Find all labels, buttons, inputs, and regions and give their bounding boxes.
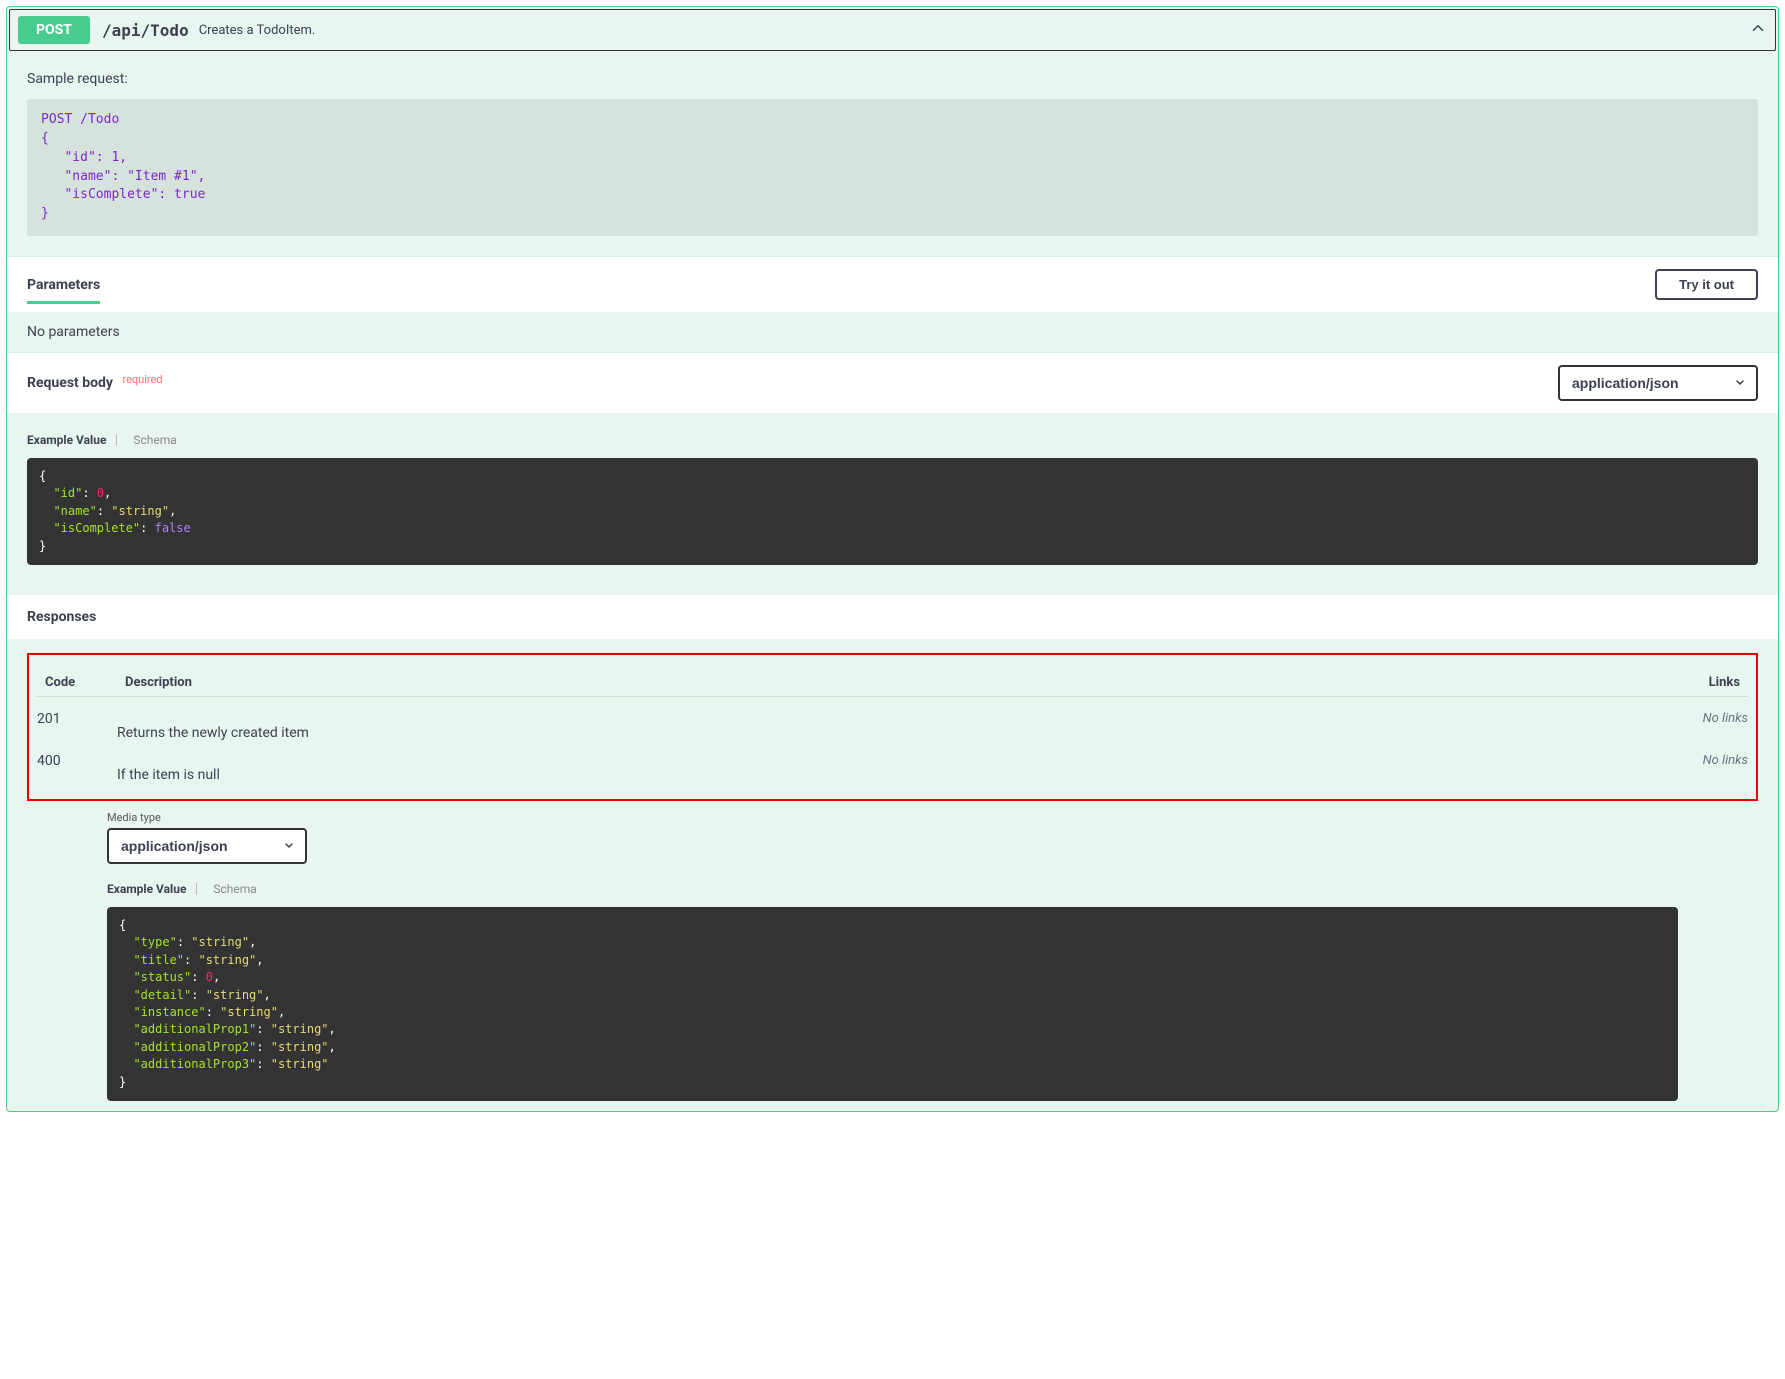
tab-example-value[interactable]: Example Value	[27, 433, 106, 447]
response-description: Returns the newly created item	[117, 711, 1658, 741]
tab-schema[interactable]: Schema	[133, 433, 176, 447]
responses-table-head: Code Description Links	[37, 669, 1748, 697]
request-body-title: Request body required	[27, 375, 163, 391]
response-example-json[interactable]: { "type": "string", "title": "string", "…	[107, 907, 1678, 1101]
endpoint-path: /api/Todo	[102, 21, 189, 40]
response-links: No links	[1658, 711, 1748, 726]
sample-request-label: Sample request:	[27, 71, 1758, 87]
request-example-json[interactable]: { "id": 0, "name": "string", "isComplete…	[27, 458, 1758, 565]
operation-summary-row[interactable]: POST /api/Todo Creates a TodoItem.	[9, 9, 1776, 51]
sample-request-block: Sample request: POST /Todo { "id": 1, "n…	[7, 53, 1778, 256]
tab-example-value[interactable]: Example Value	[107, 882, 186, 896]
responses-table: Code Description Links 201Returns the ne…	[27, 653, 1758, 801]
response-code: 400	[37, 753, 117, 769]
response-code: 201	[37, 711, 117, 727]
operation-body: Sample request: POST /Todo { "id": 1, "n…	[7, 53, 1778, 1101]
no-parameters-text: No parameters	[7, 312, 1778, 352]
operation-block: POST /api/Todo Creates a TodoItem. Sampl…	[6, 6, 1779, 1112]
response-tabs: Example Value Schema	[107, 878, 1678, 903]
response-links: No links	[1658, 753, 1748, 768]
tab-separator	[116, 434, 117, 446]
response-row: 201Returns the newly created itemNo link…	[29, 705, 1756, 747]
http-method-badge: POST	[18, 16, 90, 44]
chevron-up-icon	[1749, 19, 1767, 41]
parameters-title: Parameters	[27, 277, 100, 304]
request-body-header-bar: Request body required application/json	[7, 352, 1778, 413]
try-it-out-button[interactable]: Try it out	[1655, 269, 1758, 300]
media-type-label: Media type	[107, 811, 1758, 824]
col-links-header: Links	[1650, 675, 1740, 690]
media-type-select[interactable]: application/json	[107, 828, 307, 864]
content-type-select-wrap: application/json	[1558, 365, 1758, 401]
parameters-header-bar: Parameters Try it out	[7, 256, 1778, 312]
response-example-wrap: Example Value Schema { "type": "string",…	[107, 878, 1778, 1101]
required-tag: required	[122, 373, 162, 386]
request-body-tabs: Example Value Schema	[7, 413, 1778, 454]
response-description: If the item is null	[117, 753, 1658, 783]
col-desc-header: Description	[125, 675, 1650, 690]
response-row: 400If the item is nullNo links	[29, 747, 1756, 789]
media-type-box: Media type application/json	[107, 811, 1758, 864]
responses-title: Responses	[7, 595, 1778, 639]
tab-schema[interactable]: Schema	[213, 882, 256, 896]
col-code-header: Code	[45, 675, 125, 690]
media-type-select-wrap: application/json	[107, 836, 307, 855]
content-type-select[interactable]: application/json	[1558, 365, 1758, 401]
sample-request-code: POST /Todo { "id": 1, "name": "Item #1",…	[27, 99, 1758, 236]
tab-separator	[196, 883, 197, 895]
endpoint-summary: Creates a TodoItem.	[199, 23, 316, 38]
